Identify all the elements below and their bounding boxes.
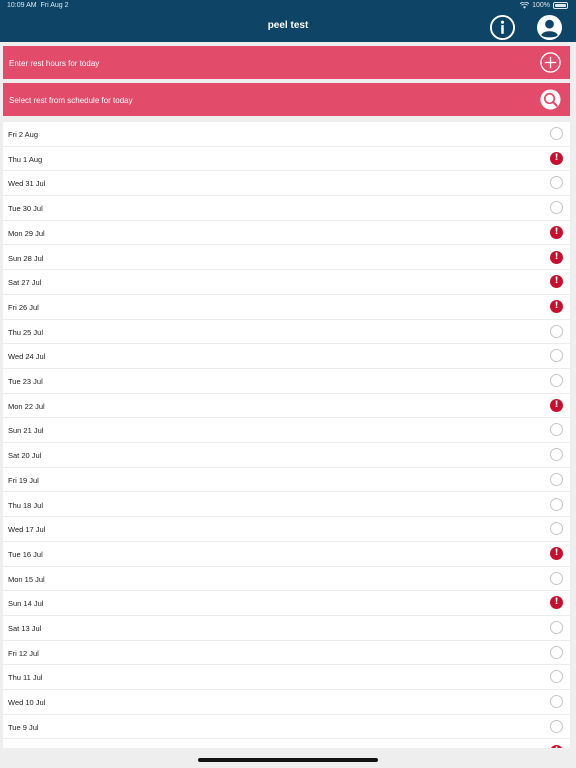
status-time: 10:09 AM (7, 2, 37, 9)
enter-rest-hours-label: Enter rest hours for today (9, 59, 100, 68)
day-row[interactable]: Fri 12 Jul (3, 641, 570, 666)
empty-status-icon (550, 448, 563, 462)
day-date: Thu 18 Jul (8, 500, 44, 510)
warning-icon: ! (550, 151, 563, 165)
empty-status-icon (550, 127, 563, 140)
empty-status-icon (550, 176, 563, 190)
day-row[interactable]: Mon 15 Jul (3, 567, 570, 592)
status-date: Fri Aug 2 (40, 2, 69, 9)
day-date: Tue 30 Jul (8, 204, 43, 214)
day-date: Sun 14 Jul (8, 599, 44, 609)
day-date: Thu 11 Jul (8, 673, 43, 683)
plus-icon (540, 52, 561, 73)
user-icon[interactable] (536, 14, 563, 41)
battery-icon (553, 2, 568, 9)
day-row[interactable]: Wed 17 Jul (3, 517, 570, 542)
day-date: Tue 9 Jul (8, 722, 39, 732)
day-row[interactable]: Tue 23 Jul (3, 369, 570, 394)
select-rest-schedule-button[interactable]: Select rest from schedule for today (3, 83, 570, 116)
empty-status-icon (550, 374, 563, 387)
day-date: Fri 2 Aug (8, 130, 39, 139)
day-row[interactable]: Sat 27 Jul! (3, 270, 570, 295)
empty-status-icon (550, 645, 563, 659)
warning-icon: ! (550, 546, 563, 560)
day-date: Mon 29 Jul (8, 228, 45, 238)
day-row[interactable]: Tue 9 Jul (3, 715, 570, 740)
enter-rest-hours-button[interactable]: Enter rest hours for today (3, 46, 570, 79)
empty-status-icon (550, 670, 563, 684)
battery-percent: 100% (532, 2, 550, 9)
day-date: Mon 15 Jul (8, 574, 45, 584)
search-icon (540, 89, 561, 110)
day-date: Mon 22 Jul (8, 401, 45, 411)
day-date: Sat 20 Jul (8, 451, 42, 461)
warning-icon: ! (550, 250, 563, 264)
day-date: Sat 13 Jul (8, 624, 42, 633)
day-row[interactable]: Sun 14 Jul! (3, 591, 570, 616)
day-row[interactable]: Sat 13 Jul (3, 616, 570, 641)
empty-status-icon (550, 201, 563, 215)
day-row[interactable]: Tue 30 Jul (3, 196, 570, 221)
status-bar: 10:09 AM Fri Aug 2 100% (0, 0, 576, 12)
day-date: Sat 27 Jul (8, 278, 42, 288)
day-date: Sun 28 Jul (8, 253, 44, 263)
day-row[interactable]: Thu 11 Jul (3, 665, 570, 691)
day-row[interactable]: Wed 31 Jul (3, 171, 570, 197)
day-row[interactable]: Fri 2 Aug (3, 122, 570, 147)
day-row[interactable]: Sat 20 Jul (3, 443, 570, 468)
day-date: Wed 24 Jul (8, 352, 46, 362)
day-date: Wed 10 Jul (8, 698, 46, 708)
day-row[interactable]: Thu 1 Aug! (3, 147, 570, 172)
empty-status-icon (550, 522, 563, 536)
warning-icon: ! (550, 398, 563, 412)
day-date: Fri 12 Jul (8, 648, 39, 658)
header-bar: 10:09 AM Fri Aug 2 100% peel test (0, 0, 576, 42)
day-row[interactable]: Fri 19 Jul (3, 468, 570, 493)
day-date: Wed 17 Jul (8, 525, 46, 535)
day-row[interactable]: Thu 25 Jul (3, 320, 570, 345)
day-date: Sun 21 Jul (8, 426, 44, 436)
day-date: Thu 25 Jul (8, 327, 44, 337)
warning-icon: ! (550, 275, 563, 289)
day-row[interactable]: Wed 10 Jul (3, 690, 570, 715)
day-row[interactable]: Mon 29 Jul! (3, 221, 570, 246)
day-row[interactable]: Thu 18 Jul (3, 493, 570, 518)
day-row[interactable]: Fri 26 Jul! (3, 295, 570, 320)
day-date: Wed 31 Jul (8, 179, 46, 189)
empty-status-icon (550, 719, 563, 733)
warning-icon: ! (550, 225, 563, 239)
empty-status-icon (550, 571, 563, 585)
select-rest-schedule-label: Select rest from schedule for today (9, 96, 133, 105)
day-row[interactable]: Mon 22 Jul! (3, 394, 570, 419)
day-row[interactable]: Tue 16 Jul! (3, 542, 570, 567)
day-row[interactable]: Wed 24 Jul (3, 344, 570, 369)
empty-status-icon (550, 423, 563, 437)
day-date: Fri 26 Jul (8, 302, 39, 312)
day-row[interactable]: Sun 28 Jul! (3, 246, 570, 271)
wifi-icon (520, 2, 530, 9)
day-date: Thu 1 Aug (8, 154, 43, 164)
warning-icon: ! (550, 596, 563, 610)
empty-status-icon (550, 472, 563, 486)
day-date: Fri 19 Jul (8, 475, 39, 485)
day-date: Tue 16 Jul (8, 549, 43, 559)
home-indicator (198, 758, 378, 762)
info-icon[interactable] (489, 14, 516, 41)
day-date: Tue 23 Jul (8, 377, 43, 386)
empty-status-icon (550, 349, 563, 363)
empty-status-icon (550, 497, 563, 511)
day-row[interactable]: Sun 21 Jul (3, 418, 570, 444)
warning-icon: ! (550, 299, 563, 313)
day-list: Fri 2 Aug Thu 1 Aug! Wed 31 Jul Tue 30 Jul M… (3, 122, 570, 748)
empty-status-icon (550, 621, 563, 634)
empty-status-icon (550, 695, 563, 709)
day-row[interactable]: ! (3, 740, 570, 748)
empty-status-icon (550, 324, 563, 338)
